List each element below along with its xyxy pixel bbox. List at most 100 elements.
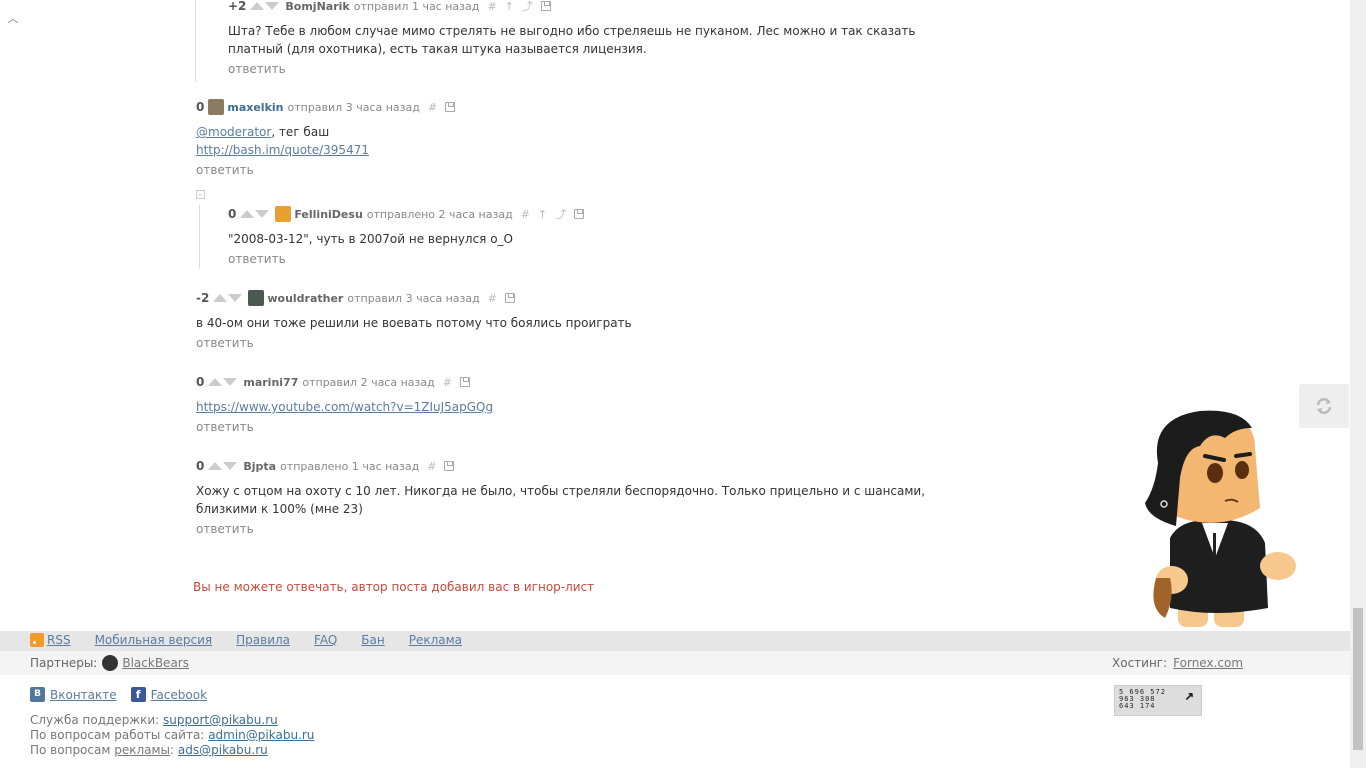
facebook-link[interactable]: Facebook [151,688,207,702]
ads-email[interactable]: ads@pikabu.ru [178,743,268,757]
scrollbar[interactable] [1350,0,1366,768]
comment-rating: -2 [196,291,210,305]
thread-line [195,0,196,82]
comment-text: Хожу с отцом на охоту с 10 лет. Никогда … [196,484,926,516]
save-icon[interactable] [459,377,470,387]
comment-text: Шта? Тебе в любом случае мимо стрелять н… [228,24,916,56]
save-icon[interactable] [444,461,455,471]
scroll-up-icon[interactable]: ︿ [6,12,20,26]
avatar[interactable] [208,99,225,115]
bear-icon[interactable] [102,655,119,671]
comment-header: -2 wouldrather отправил 3 часа назад # [196,290,956,306]
admin-email[interactable]: admin@pikabu.ru [208,728,314,742]
comment-rating: 0 [196,459,205,473]
ads-label-suffix: : [170,743,175,757]
support-label: Служба поддержки: [30,713,160,727]
permalink-icon[interactable]: # [427,460,436,473]
facebook-icon[interactable]: f [130,687,146,702]
hosting: Хостинг: Fornex.com [1112,656,1243,670]
thread-line [199,205,200,269]
comment-link[interactable]: https://www.youtube.com/watch?v=1ZIuJ5ap… [196,400,493,414]
comment-author[interactable]: marini77 [243,376,298,389]
comment-author[interactable]: maxelkin [227,101,283,114]
comment: 0 maxelkin отправил 3 часа назад # @mode… [196,99,956,177]
partner-link[interactable]: BlackBears [122,656,189,670]
contact-ads: По вопросам рекламы: ads@pikabu.ru [30,743,314,758]
comment-link[interactable]: http://bash.im/quote/395471 [196,143,369,157]
comment-rating: 0 [196,100,205,114]
comment-header: 0 maxelkin отправил 3 часа назад # [196,99,956,115]
vote-up-icon[interactable] [208,462,223,470]
vote-down-icon[interactable] [223,462,238,470]
comment-text: "2008-03-12", чуть в 2007ой не вернулся … [228,232,514,246]
reply-link[interactable]: ответить [196,420,956,434]
comment-header: 0 marini77 отправил 2 часа назад # [196,374,956,390]
admin-label: По вопросам работы сайта: [30,728,205,742]
parent-comment-icon[interactable]: ⤴ [555,206,566,222]
comment-time: отправил 1 час назад [353,0,480,13]
comment-author[interactable]: FelliniDesu [294,208,362,221]
comment-author[interactable]: wouldrather [267,292,343,305]
hosting-link[interactable]: Fornex.com [1173,656,1243,670]
comment-time: отправлено 1 час назад [280,459,420,473]
permalink-icon[interactable]: # [488,292,497,305]
permalink-icon[interactable]: # [443,376,452,389]
scrollbar-thumb[interactable] [1353,608,1363,750]
comment-time: отправил 2 часа назад [302,375,435,389]
footer-link-ads[interactable]: Реклама [409,633,462,647]
permalink-icon[interactable]: # [428,101,437,114]
footer-link-rules[interactable]: Правила [236,633,290,647]
refresh-comments-button[interactable] [1299,384,1349,428]
reply-link[interactable]: ответить [228,252,968,266]
save-icon[interactable] [574,209,585,219]
vote-up-icon[interactable] [208,378,223,386]
vote-down-icon[interactable] [228,294,243,302]
parent-comment-icon[interactable]: ⤴ [522,0,533,14]
reply-link[interactable]: ответить [228,62,968,76]
comment-author[interactable]: BomjNarik [285,0,349,13]
partners: Партнеры: BlackBears [30,655,189,671]
comment-author[interactable]: Bjpta [243,460,276,473]
avatar[interactable] [248,290,265,306]
reply-link[interactable]: ответить [196,522,956,536]
save-icon[interactable] [445,102,456,112]
up-arrow-icon[interactable]: ↑ [538,208,547,221]
save-icon[interactable] [540,1,551,11]
mascot-image [1145,410,1296,627]
contact-support: Служба поддержки: support@pikabu.ru [30,713,314,728]
collapse-thread-icon[interactable]: – [196,190,205,199]
footer-link-rss[interactable]: RSS [47,633,71,647]
permalink-icon[interactable]: # [521,208,530,221]
rss-icon[interactable] [30,633,44,647]
vote-down-icon[interactable] [265,2,280,10]
footer-link-mobile[interactable]: Мобильная версия [95,633,213,647]
footer-link-ban[interactable]: Бан [361,633,384,647]
up-arrow-icon[interactable]: ↑ [505,0,514,13]
contacts: Служба поддержки: support@pikabu.ru По в… [30,713,314,758]
comment-rating: 0 [228,207,237,221]
comment-text: https://www.youtube.com/watch?v=1ZIuJ5ap… [196,398,956,416]
vote-down-icon[interactable] [255,210,270,218]
footer-links: RSS Мобильная версия Правила FAQ Бан Рек… [30,633,486,647]
mention-link[interactable]: @moderator [196,125,271,139]
support-email[interactable]: support@pikabu.ru [163,713,278,727]
vote-up-icon[interactable] [240,210,255,218]
avatar[interactable] [275,206,292,222]
save-icon[interactable] [504,293,515,303]
vk-icon[interactable]: B [30,687,45,702]
ads-label-link[interactable]: рекламы [114,743,170,757]
vote-up-icon[interactable] [213,294,228,302]
counter-line: 643 174 [1119,702,1156,710]
reply-link[interactable]: ответить [196,336,956,350]
comment-time: отправлено 2 часа назад [366,207,513,221]
visitor-counter[interactable]: 5 696 572 963 308 643 174 ↗ [1114,685,1202,716]
vote-down-icon[interactable] [223,378,238,386]
vote-up-icon[interactable] [250,2,265,10]
vk-link[interactable]: Вконтакте [50,688,117,702]
comment-header: 0 Bjpta отправлено 1 час назад # [196,458,956,474]
reply-link[interactable]: ответить [196,163,956,177]
footer-link-faq[interactable]: FAQ [314,633,337,647]
counter-arrow-icon: ↗ [1184,685,1195,704]
comment: 0 FelliniDesu отправлено 2 часа назад # … [228,206,968,266]
permalink-icon[interactable]: # [487,0,496,13]
